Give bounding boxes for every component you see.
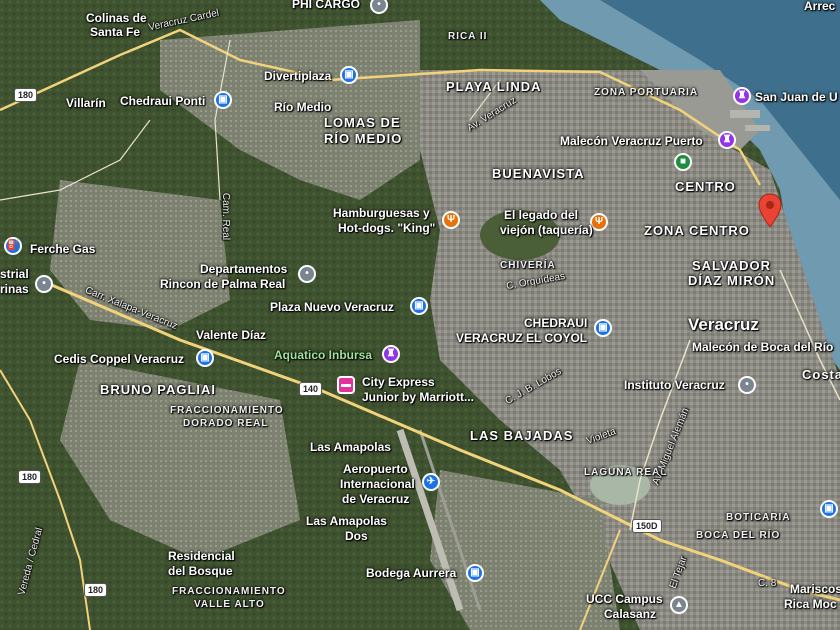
poi-label[interactable]: CHEDRAUI [524, 317, 587, 330]
area-label: BOTICARIA [726, 512, 791, 523]
area-label: Villarín [66, 96, 106, 110]
area-label: rinas [0, 282, 29, 296]
area-label: Las Amapolas [310, 440, 391, 454]
poi-label[interactable]: Instituto Veracruz [624, 379, 725, 392]
poi-label[interactable]: Departamentos [200, 263, 287, 276]
area-label: Colinas de [86, 11, 147, 25]
shopping-icon[interactable]: ▣ [340, 66, 358, 84]
poi-label[interactable]: Divertiplaza [264, 70, 331, 83]
area-label: Dos [345, 529, 368, 543]
poi-label[interactable]: Rincon de Palma Real [160, 278, 285, 291]
place-icon[interactable]: • [35, 275, 53, 293]
route-150d-shield: 150D [632, 519, 662, 533]
area-label: VALLE ALTO [194, 599, 265, 610]
poi-label[interactable]: Mariscos [790, 583, 840, 596]
poi-label[interactable]: Aquatico Inbursa [274, 349, 372, 362]
poi-label[interactable]: Plaza Nuevo Veracruz [270, 301, 394, 314]
poi-label[interactable]: Hamburguesas y [333, 207, 430, 220]
area-label: ZONA PORTUARIA [594, 87, 699, 98]
landmark-icon[interactable]: ♜ [733, 87, 751, 105]
area-label: DORADO REAL [183, 418, 269, 429]
area-label: CENTRO [675, 179, 736, 194]
landmark-icon[interactable]: ♜ [382, 345, 400, 363]
poi-label[interactable]: Malecón de Boca del Río [692, 341, 833, 354]
poi-label[interactable]: de Veracruz [342, 493, 409, 506]
area-label: DÍAZ MIRÓN [688, 273, 776, 288]
area-label: Arrec [804, 0, 836, 13]
map-viewport[interactable]: 180 180 180 140 150D Colinas de Santa Fe… [0, 0, 840, 630]
poi-label[interactable]: UCC Campus [586, 593, 663, 606]
poi-label[interactable]: Calasanz [604, 608, 656, 621]
area-label: BRUNO PAGLIAI [100, 382, 217, 397]
area-label: CHIVERÍA [500, 260, 556, 271]
area-label: PLAYA LINDA [446, 79, 542, 94]
poi-label[interactable]: Hot-dogs. "King" [338, 222, 435, 235]
poi-label[interactable]: Chedraui Ponti [120, 95, 205, 108]
location-pin-icon[interactable] [757, 193, 783, 229]
school-icon[interactable]: ▲ [670, 596, 688, 614]
route-140-shield: 140 [299, 382, 323, 396]
poi-label[interactable]: viejón (taquería) [500, 224, 593, 237]
shopping-icon[interactable]: ▣ [466, 564, 484, 582]
area-label: Residencial [168, 549, 235, 563]
area-label: strial [0, 267, 29, 281]
area-label: BOCA DEL RÍO [696, 530, 781, 541]
hotel-icon[interactable]: ▬ [337, 376, 355, 394]
airport-icon[interactable]: ✈ [422, 473, 440, 491]
poi-label[interactable]: Aeropuerto [343, 463, 408, 476]
restaurant-icon[interactable]: Ψ [442, 211, 460, 229]
area-label: del Bosque [168, 564, 233, 578]
poi-label[interactable]: Rica Moc [784, 598, 837, 611]
poi-label[interactable]: Internacional [340, 478, 415, 491]
area-label: Costa [802, 367, 840, 382]
route-180-shield: 180 [18, 470, 42, 484]
area-label: Valente Díaz [196, 328, 267, 342]
poi-label[interactable]: Malecón Veracruz Puerto [560, 135, 703, 148]
poi-label[interactable]: Cedis Coppel Veracruz [54, 353, 184, 366]
area-label: Santa Fe [90, 25, 141, 39]
area-label: RICA II [448, 31, 488, 42]
area-label: BUENAVISTA [492, 166, 585, 181]
poi-label[interactable]: City Express [362, 376, 435, 389]
shopping-icon[interactable]: ▣ [820, 500, 838, 518]
poi-label[interactable]: San Juan de U [755, 91, 838, 104]
place-icon[interactable]: • [738, 376, 756, 394]
shopping-icon[interactable]: ▣ [196, 349, 214, 367]
city-label: Veracruz [688, 315, 759, 334]
poi-label[interactable]: VERACRUZ EL COYOL [456, 332, 587, 345]
landmark-icon[interactable]: ♜ [718, 131, 736, 149]
road-label: Cam. Real [220, 192, 232, 241]
shopping-icon[interactable]: ▣ [594, 319, 612, 337]
area-label: ZONA CENTRO [644, 223, 750, 238]
area-label: LOMAS DE [324, 115, 401, 130]
poi-label[interactable]: Junior by Marriott... [362, 391, 474, 404]
area-label: FRACCIONAMIENTO [170, 405, 284, 416]
area-label: SALVADOR [692, 258, 772, 273]
poi-label[interactable]: Bodega Aurrera [366, 567, 456, 580]
poi-label[interactable]: El legado del [504, 209, 578, 222]
area-label: FRACCIONAMIENTO [172, 586, 286, 597]
poi-label[interactable]: PHI CARGO [292, 0, 360, 11]
area-label: Las Amapolas [306, 514, 387, 528]
gas-station-icon[interactable]: ⛽ [4, 237, 22, 255]
store-icon[interactable]: ■ [674, 153, 692, 171]
shopping-icon[interactable]: ▣ [410, 297, 428, 315]
area-label: Río Medio [274, 100, 332, 114]
road-label: C. 8 [758, 578, 777, 589]
area-label: RÍO MEDIO [324, 131, 403, 146]
route-180-shield: 180 [14, 88, 38, 102]
shopping-icon[interactable]: ▣ [214, 91, 232, 109]
route-180-shield: 180 [84, 583, 108, 597]
place-icon[interactable]: • [298, 265, 316, 283]
area-label: LAS BAJADAS [470, 428, 574, 443]
poi-label[interactable]: Ferche Gas [30, 243, 95, 256]
